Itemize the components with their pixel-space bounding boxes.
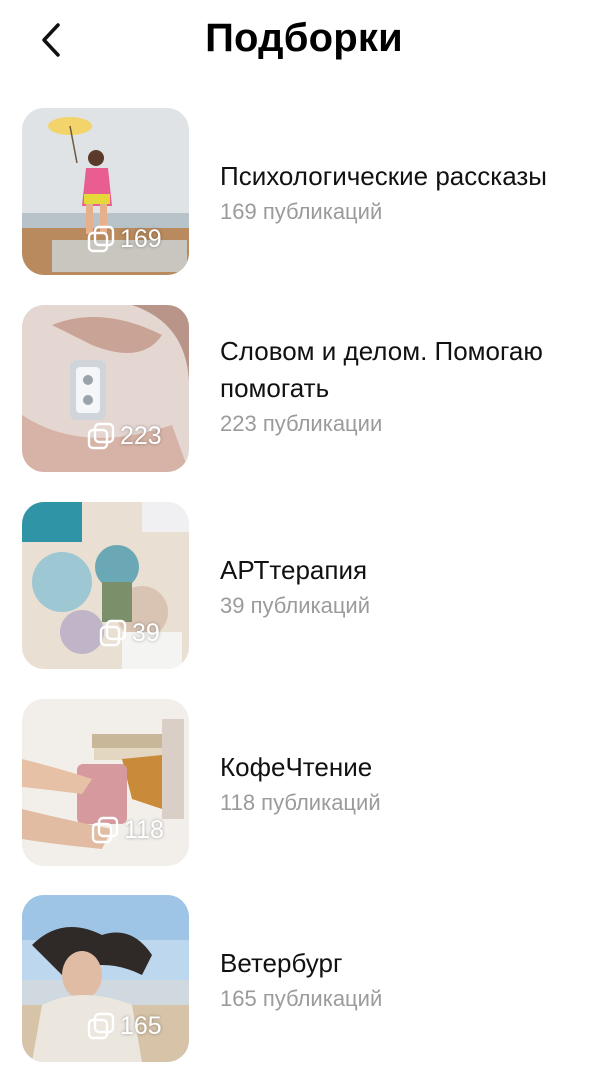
- publication-count-value: 169: [120, 224, 162, 253]
- publication-count: 169: [86, 225, 162, 253]
- collection-item-0[interactable]: 169 Психологические рассказы 169 публика…: [0, 108, 608, 276]
- collection-title: Словом и делом. Помогаю помогать: [220, 336, 543, 403]
- collection-subtitle: 223 публикации: [220, 411, 383, 436]
- publication-count: 223: [86, 422, 162, 450]
- publication-count-value: 39: [132, 618, 160, 647]
- stacked-squares-icon: [87, 422, 115, 450]
- page-title: Подборки: [205, 16, 403, 60]
- collection-item-1[interactable]: 223 Словом и делом. Помогаю помогать 223…: [0, 305, 608, 473]
- publication-count-value: 118: [124, 815, 164, 844]
- header: Подборки: [0, 0, 608, 84]
- collection-item-4[interactable]: 165 Ветербург 165 публикаций: [0, 895, 608, 1063]
- stacked-squares-icon: [87, 1012, 115, 1040]
- collection-subtitle: 165 публикаций: [220, 986, 383, 1011]
- collection-title: Психологические рассказы: [220, 161, 547, 191]
- collection-thumbnail: 118: [22, 699, 189, 866]
- stacked-squares-icon: [99, 619, 127, 647]
- collection-subtitle: 39 публикаций: [220, 593, 371, 618]
- collection-thumbnail: 223: [22, 305, 189, 472]
- collection-item-3[interactable]: 118 КофеЧтение 118 публикаций: [0, 699, 608, 867]
- collection-thumbnail: 169: [22, 108, 189, 275]
- publication-count: 165: [86, 1012, 162, 1040]
- stacked-squares-icon: [91, 816, 119, 844]
- publication-count: 39: [98, 619, 160, 647]
- collection-title: КофеЧтение: [220, 752, 373, 782]
- collection-subtitle: 169 публикаций: [220, 199, 383, 224]
- publication-count-value: 223: [120, 421, 162, 450]
- publication-count-value: 165: [120, 1011, 162, 1040]
- collection-subtitle: 118 публикаций: [220, 790, 381, 815]
- collection-item-2[interactable]: 39 АРТтерапия 39 публикаций: [0, 502, 608, 670]
- publication-count: 118: [90, 816, 164, 844]
- collection-title: Ветербург: [220, 948, 343, 978]
- collection-thumbnail: 165: [22, 895, 189, 1062]
- stacked-squares-icon: [87, 225, 115, 253]
- collection-title: АРТтерапия: [220, 555, 368, 585]
- collection-thumbnail: 39: [22, 502, 189, 669]
